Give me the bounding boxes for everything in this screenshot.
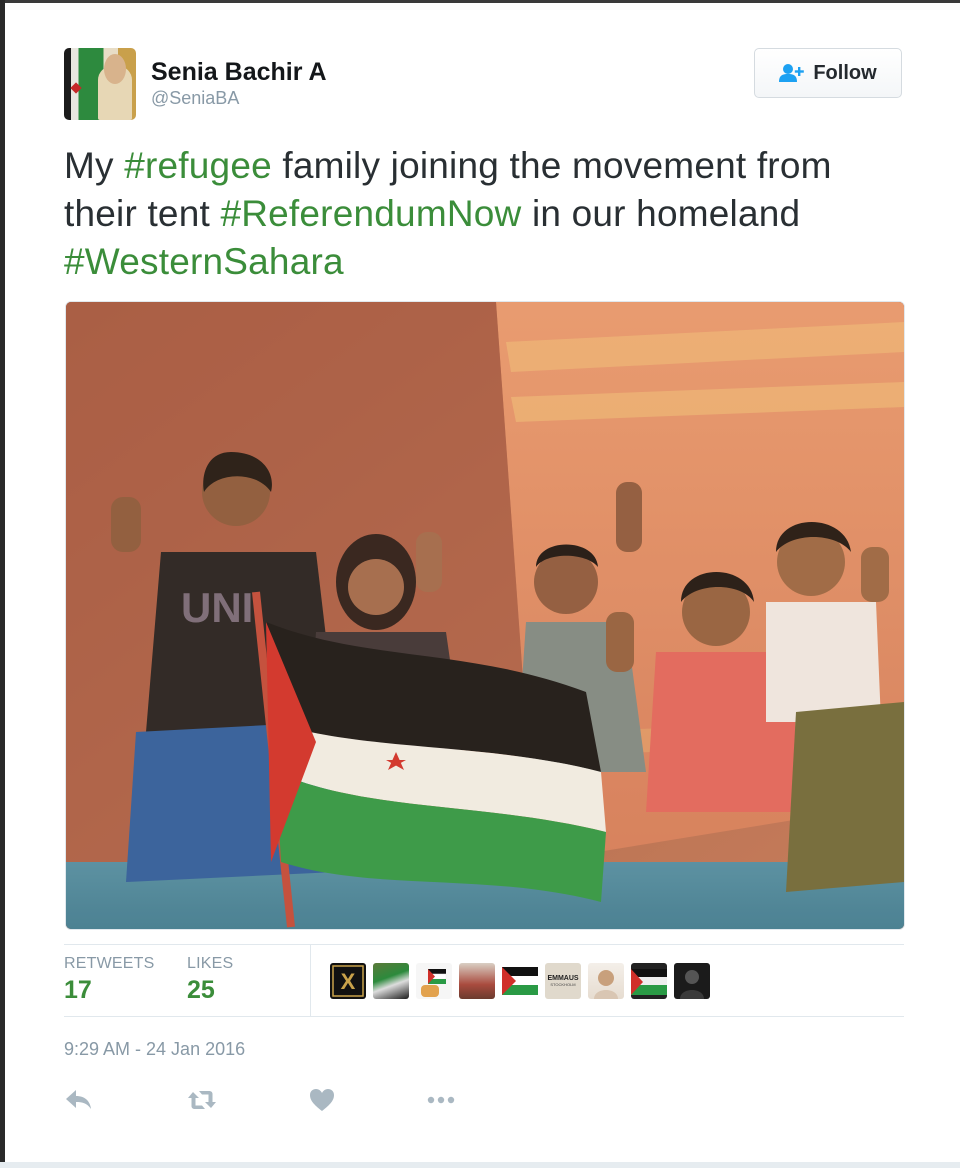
user-display-name[interactable]: Senia Bachir A: [151, 58, 327, 87]
tweet-timestamp[interactable]: 9:29 AM - 24 Jan 2016: [64, 1039, 245, 1060]
retweets-label[interactable]: RETWEETS: [64, 955, 155, 973]
liker-avatars: X EMMAUS STOCKHOLM: [330, 963, 710, 999]
liker-avatar-flag-hand[interactable]: [416, 963, 452, 999]
reply-button[interactable]: [64, 1086, 96, 1114]
follow-person-plus-icon: [779, 64, 805, 82]
flag-icon: [631, 969, 667, 995]
flag-icon: [502, 967, 538, 995]
window-top-edge: [0, 0, 960, 3]
flag-hand-icon: [421, 969, 447, 997]
more-button[interactable]: [426, 1086, 458, 1114]
like-button[interactable]: [308, 1086, 340, 1114]
avatar-face: [104, 54, 126, 84]
tweet-text: My #refugee family joining the movement …: [64, 142, 904, 286]
tweet-photo[interactable]: UNI: [65, 301, 905, 930]
likes-label[interactable]: LIKES: [187, 955, 233, 973]
window-bottom-edge: [0, 1162, 960, 1168]
retweet-button[interactable]: [186, 1086, 218, 1114]
emmaus-sublabel: STOCKHOLM: [550, 982, 576, 987]
follow-button[interactable]: Follow: [754, 48, 902, 98]
portrait-dark-icon: [680, 970, 704, 999]
liker-avatar-portrait[interactable]: [588, 963, 624, 999]
stats-top-divider: [64, 944, 904, 945]
retweets-count[interactable]: 17: [64, 976, 92, 1005]
tweet-text-segment: in our homeland: [521, 193, 801, 234]
tweet-photo-image: UNI: [66, 302, 904, 929]
tweet-text-segment: My: [64, 145, 125, 186]
stats-vertical-divider: [310, 945, 311, 1016]
liker-avatar-flag[interactable]: [631, 963, 667, 999]
stats-bottom-divider: [64, 1016, 904, 1017]
reply-icon: [66, 1090, 91, 1109]
avatar-flag-star: [70, 82, 82, 94]
hashtag-link[interactable]: #ReferendumNow: [220, 193, 521, 234]
liker-avatar-photo[interactable]: [459, 963, 495, 999]
more-dots-icon: [427, 1096, 455, 1104]
emmaus-label: EMMAUS: [547, 975, 579, 982]
liker-avatar-portrait-dark[interactable]: [674, 963, 710, 999]
likes-count[interactable]: 25: [187, 976, 215, 1005]
x-logo-text: X: [341, 969, 356, 994]
liker-avatar-flag[interactable]: [502, 963, 538, 999]
follow-button-label: Follow: [813, 61, 877, 84]
hashtag-link[interactable]: #refugee: [124, 145, 272, 186]
retweet-icon: [188, 1091, 216, 1109]
x-logo-icon: X: [332, 965, 364, 997]
liker-avatar-x-logo[interactable]: X: [330, 963, 366, 999]
liker-avatar-emmaus[interactable]: EMMAUS STOCKHOLM: [545, 963, 581, 999]
user-avatar[interactable]: [64, 48, 136, 120]
window-left-edge: [0, 0, 5, 1168]
user-handle[interactable]: @SeniaBA: [151, 88, 239, 109]
heart-icon: [310, 1089, 334, 1111]
portrait-icon: [594, 970, 618, 999]
liker-avatar-flag[interactable]: [373, 963, 409, 999]
hashtag-link[interactable]: #WesternSahara: [64, 241, 344, 282]
